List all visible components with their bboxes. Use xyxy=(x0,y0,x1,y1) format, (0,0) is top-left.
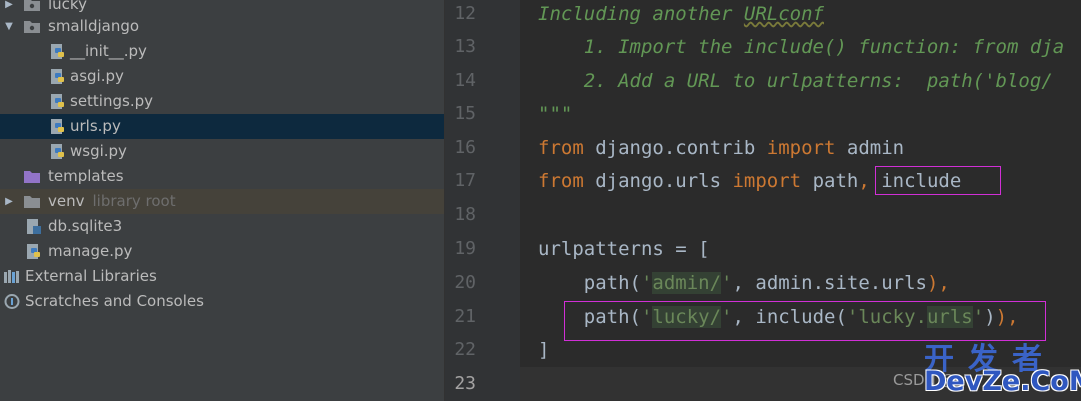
python-file-icon xyxy=(51,44,64,59)
tree-item-smalldjango[interactable]: ▼ smalldjango xyxy=(0,14,444,39)
string-literal: admin/ xyxy=(652,272,722,294)
tree-item-asgi-py[interactable]: asgi.py xyxy=(0,64,444,89)
library-root-hint: library root xyxy=(92,192,176,210)
line-number: 18 xyxy=(454,204,476,225)
tree-item-label: wsgi.py xyxy=(70,142,127,160)
keyword: from xyxy=(538,137,584,159)
module-name: django.urls xyxy=(583,170,733,192)
tree-item-external-libraries[interactable]: External Libraries xyxy=(0,264,444,289)
line-number: 21 xyxy=(454,306,476,327)
line-number: 13 xyxy=(454,36,476,57)
tree-item-label: templates xyxy=(48,167,124,185)
annotation-box-include-import xyxy=(875,166,1001,195)
comment-text: Including another xyxy=(538,3,744,25)
tree-item-settings-py[interactable]: settings.py xyxy=(0,89,444,114)
python-file-icon xyxy=(51,144,64,159)
python-file-icon xyxy=(51,119,64,134)
tree-item-label: venv xyxy=(48,192,85,210)
typo-word: URLconf xyxy=(743,3,824,25)
tree-item-label: smalldjango xyxy=(48,17,140,35)
tree-item-urls-py[interactable]: urls.py xyxy=(0,114,444,139)
import-name: admin xyxy=(835,137,905,159)
package-folder-icon xyxy=(24,21,40,33)
line-number: 16 xyxy=(454,137,476,158)
line-number-current: 23 xyxy=(454,373,476,394)
editor-gutter: 12 13 14 15 16 17 18 19 20 21 22 23 xyxy=(445,0,533,401)
tree-item-manage-py[interactable]: manage.py xyxy=(0,239,444,264)
templates-folder-icon xyxy=(24,171,40,183)
tree-item-label: Scratches and Consoles xyxy=(25,292,204,310)
code-line-16: from django.contrib import admin xyxy=(538,131,904,165)
string-quote: ' xyxy=(721,272,733,294)
code-line-20: path('admin/', admin.site.urls), xyxy=(538,266,950,300)
tree-item-templates[interactable]: templates xyxy=(0,164,444,189)
code-line-19: urlpatterns = [ xyxy=(538,238,710,260)
expand-arrow-icon[interactable]: ▶ xyxy=(3,189,15,214)
call-text: path( xyxy=(538,272,641,294)
tree-item-label: manage.py xyxy=(48,242,133,260)
line-number: 12 xyxy=(454,3,476,24)
folder-icon xyxy=(24,0,40,11)
tree-item-label: __init__.py xyxy=(70,42,147,60)
venv-label-group: venv library root xyxy=(48,189,176,214)
call-end: ), xyxy=(926,272,950,294)
project-tree: ▶ lucky ▼ smalldjango __init__.py asgi.p… xyxy=(0,0,444,401)
code-line-13: 1. Import the include() function: from d… xyxy=(538,36,1065,58)
python-file-icon xyxy=(51,94,64,109)
string-quote: ' xyxy=(640,272,653,294)
python-file-icon xyxy=(51,69,64,84)
call-text: , admin.site.urls xyxy=(732,272,927,294)
collapse-arrow-icon[interactable]: ▼ xyxy=(3,14,15,39)
scratches-icon xyxy=(4,294,20,309)
tree-item-label: urls.py xyxy=(70,117,121,135)
code-line-22: ] xyxy=(538,339,550,361)
tree-item-label: settings.py xyxy=(70,92,153,110)
code-line-15: """ xyxy=(538,103,573,125)
import-name: path xyxy=(801,170,859,192)
line-number: 19 xyxy=(454,238,476,259)
external-libraries-icon xyxy=(4,270,19,283)
module-name: django.contrib xyxy=(583,137,767,159)
comma: , xyxy=(858,170,870,192)
tree-item-label: External Libraries xyxy=(25,267,157,285)
tree-item-scratches-and-consoles[interactable]: Scratches and Consoles xyxy=(0,289,444,314)
code-line-12: Including another URLconf xyxy=(538,0,824,31)
folder-icon xyxy=(24,196,40,208)
tree-item-init-py[interactable]: __init__.py xyxy=(0,39,444,64)
tree-item-wsgi-py[interactable]: wsgi.py xyxy=(0,139,444,164)
line-number: 14 xyxy=(454,70,476,91)
tree-item-label: asgi.py xyxy=(70,67,124,85)
python-file-icon xyxy=(27,244,40,259)
database-file-icon xyxy=(27,219,41,234)
tree-item-venv[interactable]: ▶ venv library root xyxy=(0,189,444,214)
tree-item-db-sqlite3[interactable]: db.sqlite3 xyxy=(0,214,444,239)
line-number: 22 xyxy=(454,339,476,360)
line-number: 15 xyxy=(454,103,476,124)
code-line-14: 2. Add a URL to urlpatterns: path('blog/ xyxy=(538,70,1053,92)
keyword: import xyxy=(766,137,836,159)
keyword: from xyxy=(538,170,584,192)
line-number: 20 xyxy=(454,272,476,293)
keyword: import xyxy=(732,170,802,192)
watermark-en: DevZe.CoM xyxy=(924,366,1081,397)
tree-item-label: db.sqlite3 xyxy=(48,217,123,235)
line-number: 17 xyxy=(454,170,476,191)
